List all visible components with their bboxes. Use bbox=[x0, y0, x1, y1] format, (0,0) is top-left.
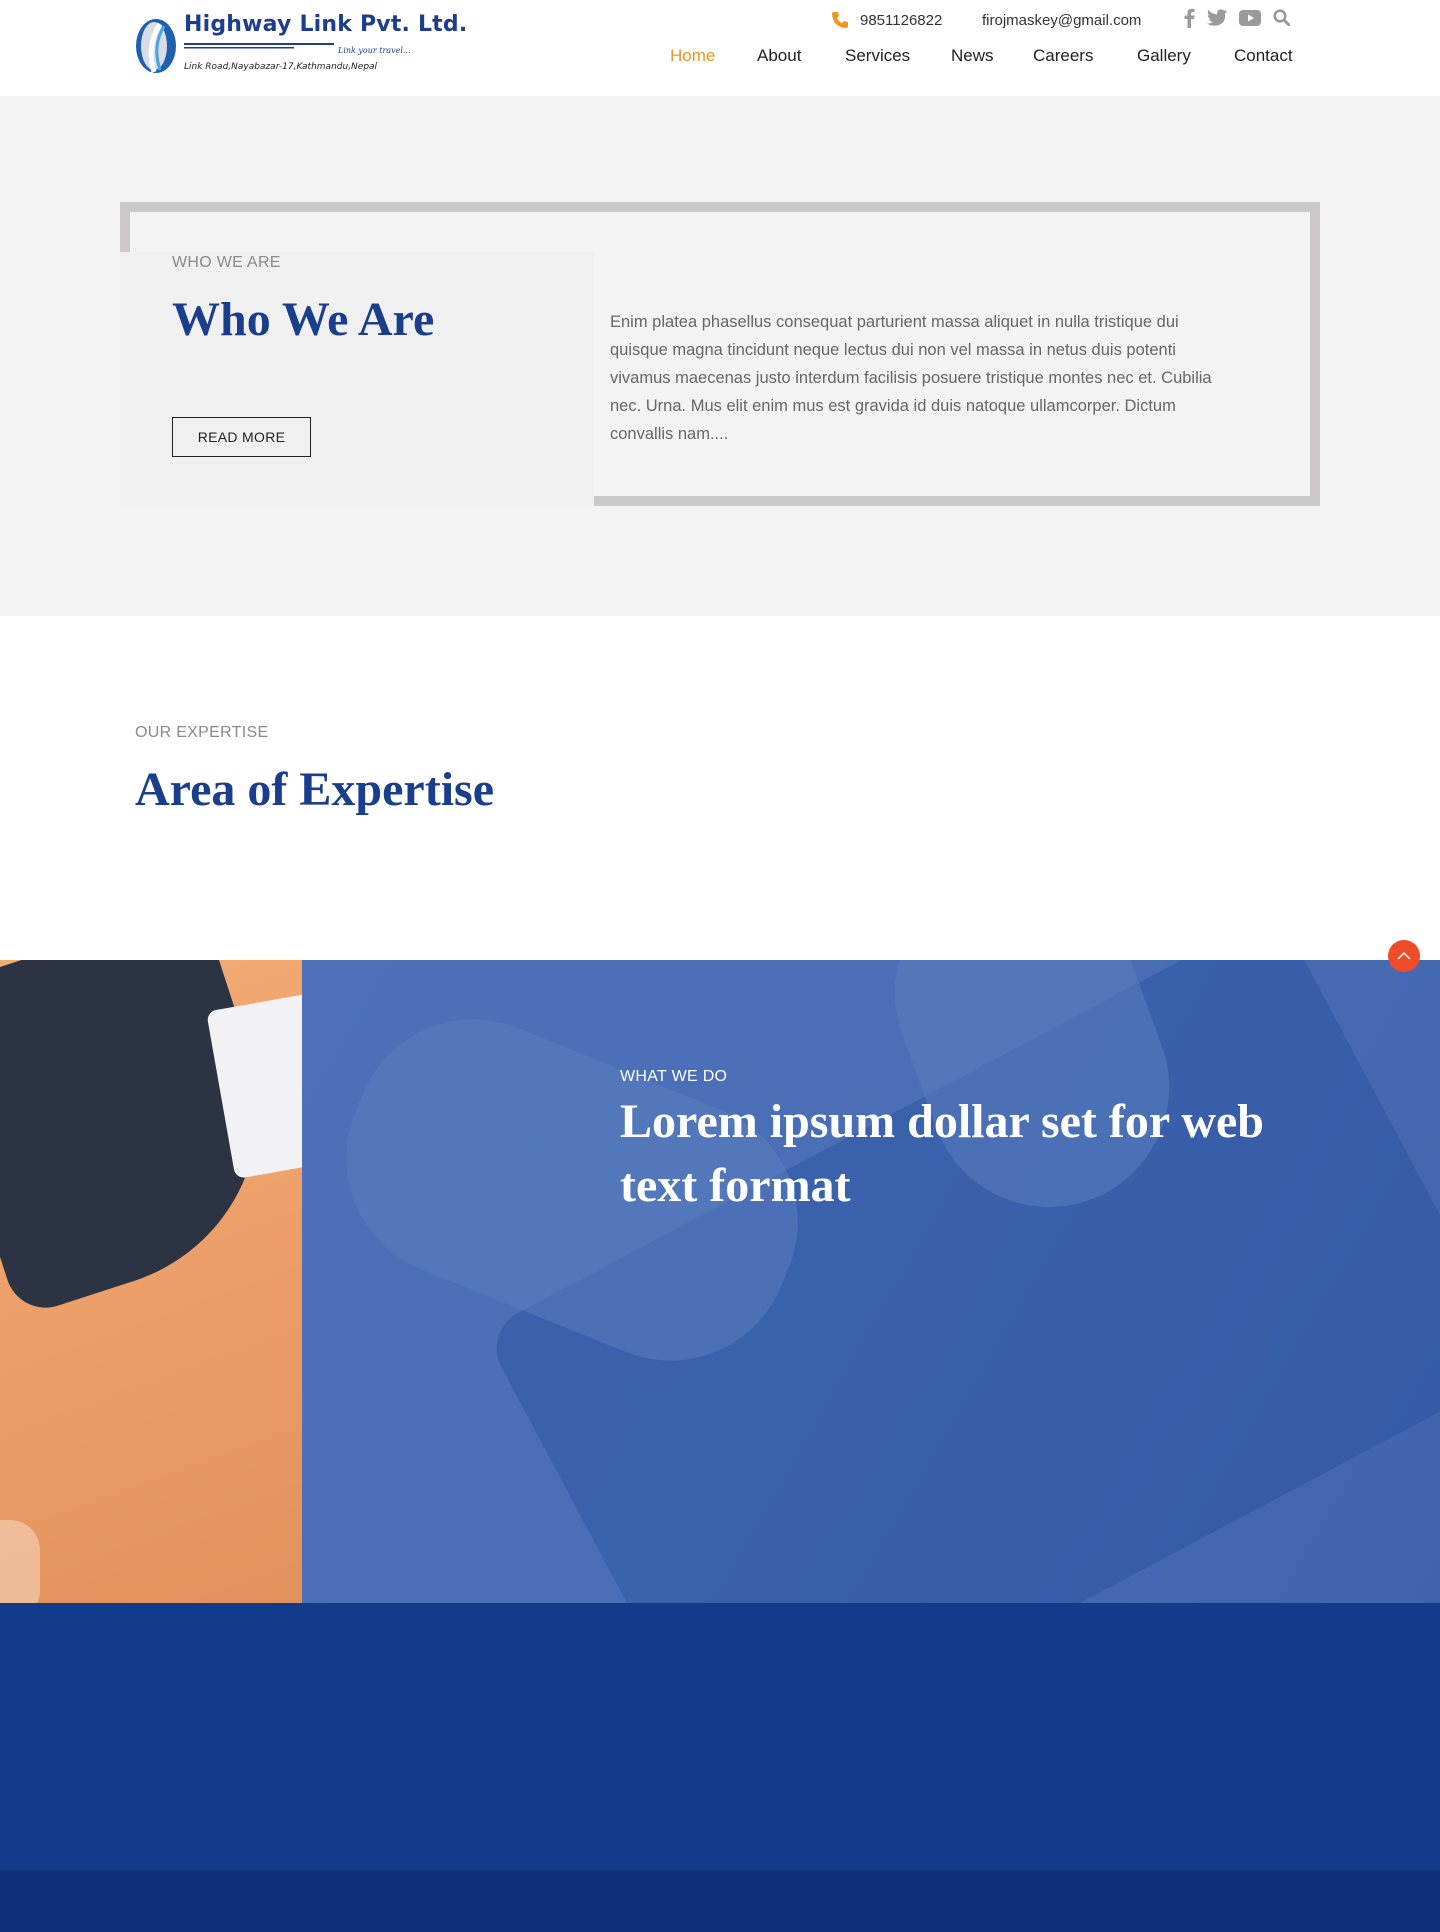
who-description: Enim platea phasellus consequat parturie… bbox=[610, 313, 1212, 443]
blue-band-section bbox=[0, 1603, 1440, 1870]
twitter-icon[interactable] bbox=[1207, 8, 1227, 32]
who-title: Who We Are bbox=[172, 293, 435, 346]
search-icon[interactable] bbox=[1273, 9, 1291, 31]
social-links bbox=[1183, 8, 1302, 32]
chevron-up-icon bbox=[1397, 951, 1411, 960]
nav-item-careers[interactable]: Careers bbox=[1033, 46, 1093, 66]
glass-shape bbox=[0, 1520, 40, 1603]
who-we-are-section: WHO WE ARE Who We Are READ MORE Enim pla… bbox=[0, 96, 1440, 616]
nav-item-about[interactable]: About bbox=[757, 46, 801, 66]
email-address: firojmaskey@gmail.com bbox=[982, 11, 1142, 29]
typing-keyboard-photo bbox=[302, 960, 1440, 1603]
youtube-icon[interactable] bbox=[1239, 9, 1261, 31]
nav-item-contact[interactable]: Contact bbox=[1234, 46, 1293, 66]
office-desk-photo bbox=[0, 960, 302, 1603]
phone-icon bbox=[832, 12, 848, 28]
who-eyebrow: WHO WE ARE bbox=[172, 254, 281, 271]
back-to-top-button[interactable] bbox=[1388, 940, 1420, 972]
facebook-icon[interactable] bbox=[1183, 8, 1195, 33]
expertise-eyebrow: OUR EXPERTISE bbox=[135, 724, 269, 741]
read-more-button[interactable]: READ MORE bbox=[172, 417, 311, 457]
header-email[interactable]: firojmaskey@gmail.com bbox=[982, 8, 1141, 32]
logo-title: Highway Link Pvt. Ltd. bbox=[184, 12, 468, 37]
nav-item-news[interactable]: News bbox=[951, 46, 994, 66]
nav-item-services[interactable]: Services bbox=[845, 46, 910, 66]
logo-underline bbox=[184, 43, 334, 49]
logo-address: Link Road,Nayabazar-17,Kathmandu,Nepal bbox=[184, 62, 378, 72]
footer-band bbox=[0, 1870, 1440, 1932]
nav-item-gallery[interactable]: Gallery bbox=[1137, 46, 1191, 66]
feature-title: Lorem ipsum dollar set for web text form… bbox=[620, 1095, 1264, 1212]
site-header: Highway Link Pvt. Ltd. Link your travel.… bbox=[0, 0, 1440, 106]
logo-tagline: Link your travel... bbox=[338, 46, 411, 55]
expertise-title: Area of Expertise bbox=[135, 763, 495, 816]
feature-eyebrow: WHAT WE DO bbox=[620, 1068, 728, 1085]
header-phone[interactable]: 9851126822 bbox=[830, 8, 942, 32]
phone-number: 9851126822 bbox=[860, 11, 943, 29]
logo-emblem-icon bbox=[136, 19, 176, 73]
company-logo[interactable]: Highway Link Pvt. Ltd. Link your travel.… bbox=[134, 12, 467, 78]
nav-item-home[interactable]: Home bbox=[670, 46, 715, 66]
what-we-do-section bbox=[0, 960, 1440, 1603]
who-left-panel bbox=[120, 252, 594, 506]
